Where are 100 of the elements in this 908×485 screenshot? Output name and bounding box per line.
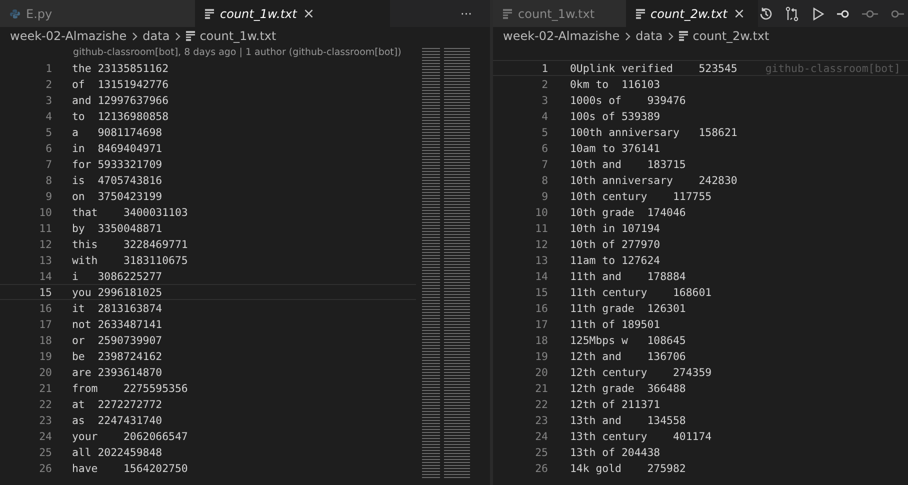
editor-tab[interactable]: E.py [0,0,195,27]
text-file-icon [205,8,214,18]
line-number: 21 [38,382,52,394]
line-number: 1 [540,62,548,74]
python-file-icon [10,8,20,18]
inline-blame-text: github-classroom[bot] [765,62,900,74]
line-text: 11th and 178884 [570,270,686,282]
line-number: 9 [540,190,548,202]
line-text: it 2813163874 [72,302,162,314]
line-number: 22 [534,398,548,410]
line-number: 7 [540,158,548,170]
line-number: 15 [534,286,548,298]
text-file-icon [186,31,195,41]
line-number: 20 [534,366,548,378]
tab-label: count_1w.txt [220,6,297,20]
breadcrumb-item[interactable]: data [636,29,663,43]
line-text: for 5933321709 [72,158,162,170]
line-number: 13 [534,254,548,266]
chevron-right-icon [624,32,631,40]
line-text: of 13151942776 [72,78,169,90]
line-number: 12 [534,238,548,250]
line-text: i 3086225277 [72,270,162,282]
line-text: all 2022459848 [72,446,162,458]
line-text: have 1564202750 [72,462,188,474]
line-text: 11am to 127624 [570,254,660,266]
line-number: 25 [38,446,52,458]
line-text: 10th century 117755 [570,190,712,202]
line-text: at 2272272772 [72,398,162,410]
line-text: 14k gold 275982 [570,462,686,474]
line-number: 14 [38,270,52,282]
line-number: 11 [534,222,548,234]
line-text: 10th grade 174046 [570,206,686,218]
line-text: 100th anniversary 158621 [570,126,738,138]
line-number: 25 [534,446,548,458]
line-text: 11th century 168601 [570,286,712,298]
codelens-text[interactable]: github-classroom[bot], 8 days ago | 1 author (github-classroom[bot]) [0,45,416,60]
close-button[interactable]: × [733,6,746,22]
line-number: 4 [540,110,548,122]
line-text: 10th of 277970 [570,238,660,250]
line-number: 18 [38,334,52,346]
more-actions-button[interactable]: ··· [442,6,490,20]
tab-label: E.py [26,6,52,20]
line-number: 18 [534,334,548,346]
editor-tab[interactable]: count_2w.txt × [626,0,758,27]
line-number: 15 [38,286,52,298]
line-number: 17 [38,318,52,330]
line-text: 12th and 136706 [570,350,686,362]
line-number: 6 [44,142,52,154]
line-text: the 23135851162 [72,62,169,74]
chevron-right-icon [174,32,181,40]
line-text: 100s of 539389 [570,110,660,122]
close-button[interactable]: × [302,6,315,22]
breadcrumb-item[interactable]: count_2w.txt [692,29,770,43]
line-text: is 4705743816 [72,174,162,186]
history-icon[interactable] [758,6,774,22]
line-text: or 2590739907 [72,334,162,346]
line-text: 13th of 204438 [570,446,660,458]
line-text: 10th anniversary 242830 [570,174,738,186]
line-number: 11 [38,222,52,234]
line-number: 8 [44,174,52,186]
line-number: 5 [540,126,548,138]
line-text: are 2393614870 [72,366,162,378]
line-text: this 3228469771 [72,238,188,250]
line-number: 20 [38,366,52,378]
line-text: and 12997637966 [72,94,169,106]
breadcrumb-item[interactable]: count_1w.txt [200,29,276,43]
line-number: 16 [38,302,52,314]
line-text: 11th grade 126301 [570,302,686,314]
line-text: 0Uplink verified 523545 [570,62,738,74]
line-number: 17 [534,318,548,330]
line-text: to 12136980858 [72,110,169,122]
compare-changes-icon[interactable] [784,6,800,22]
line-number: 19 [38,350,52,362]
line-text: 13th century 401174 [570,430,712,442]
line-text: 13th and 134558 [570,414,686,426]
line-number: 5 [44,126,52,138]
editor-tab[interactable]: count_1w.txt × [195,0,390,27]
breadcrumb-item[interactable]: data [142,29,170,43]
line-number: 14 [534,270,548,282]
line-number: 23 [38,414,52,426]
line-text: 0km to 116103 [570,78,660,90]
line-number: 26 [38,462,52,474]
chevron-right-icon [132,32,138,40]
line-text: 10th in 107194 [570,222,660,234]
breadcrumb-item[interactable]: week-02-Almazishe [10,29,127,43]
line-number: 26 [534,462,548,474]
line-number: 1 [44,62,52,74]
text-file-icon [678,31,688,41]
line-number: 12 [38,238,52,250]
text-file-icon [636,8,644,18]
line-text: your 2062066547 [72,430,188,442]
line-text: 125Mbps w 108645 [570,334,686,346]
line-number: 2 [44,78,52,90]
line-number: 19 [534,350,548,362]
editor-tab[interactable]: count_1w.txt [493,0,626,27]
line-number: 6 [540,142,548,154]
line-number: 24 [38,430,52,442]
breadcrumb-item[interactable]: week-02-Almazishe [503,29,620,43]
line-text: in 8469404971 [72,142,162,154]
tab-label: count_1w.txt [518,6,595,20]
